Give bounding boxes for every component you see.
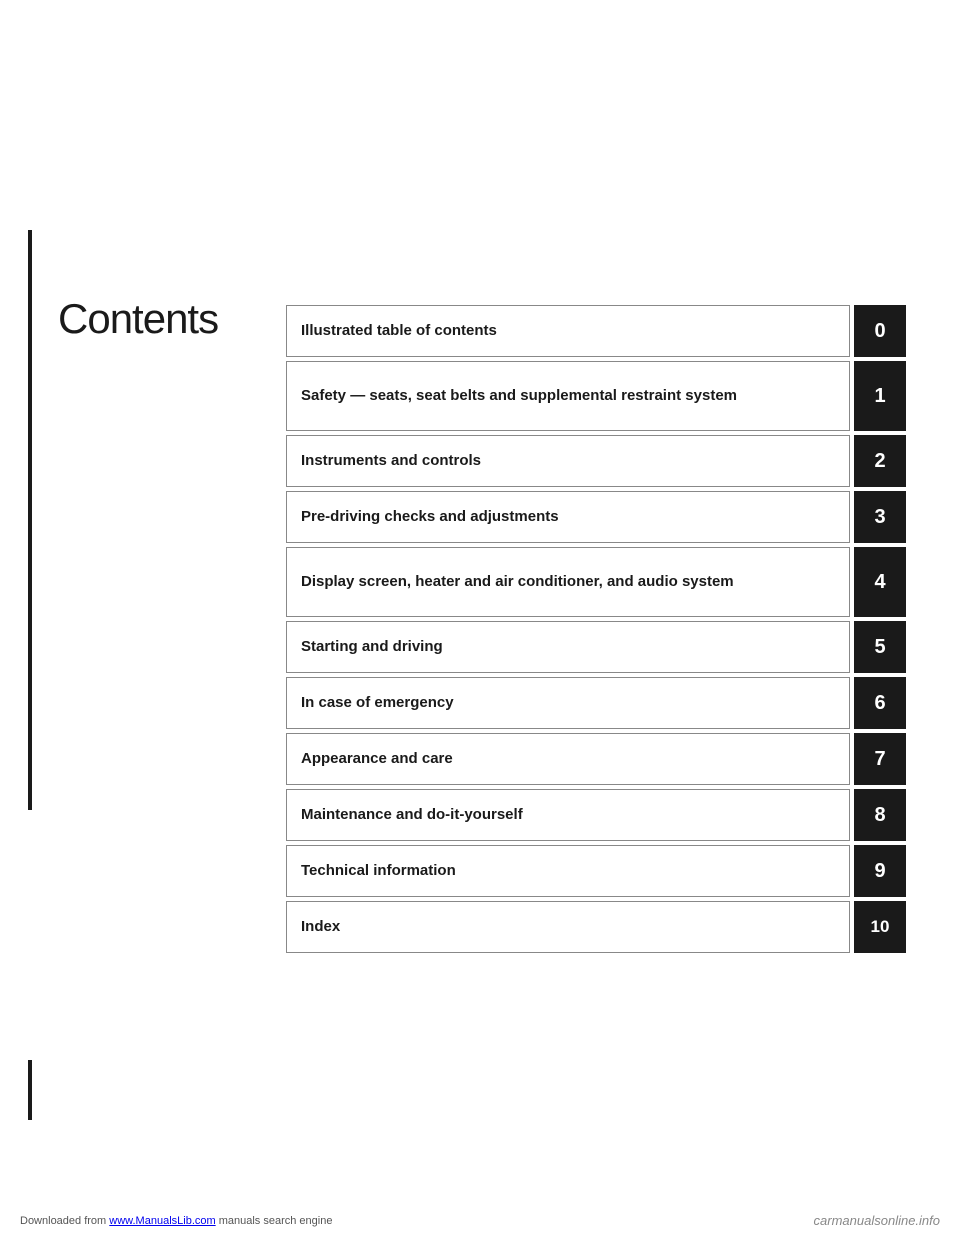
toc-label-4: Display screen, heater and air condition… (286, 547, 850, 617)
footer: Downloaded from www.ManualsLib.com manua… (0, 1213, 960, 1228)
toc-row-8[interactable]: Maintenance and do-it-yourself8 (286, 789, 906, 841)
toc-number-6: 6 (854, 677, 906, 729)
toc-number-10: 10 (854, 901, 906, 953)
footer-link[interactable]: www.ManualsLib.com (109, 1215, 215, 1227)
toc-label-0: Illustrated table of contents (286, 305, 850, 357)
toc-number-3: 3 (854, 491, 906, 543)
page-title: Contents (58, 295, 218, 343)
footer-suffix: manuals search engine (216, 1215, 333, 1227)
toc-number-5: 5 (854, 621, 906, 673)
toc-number-9: 9 (854, 845, 906, 897)
toc-row-6[interactable]: In case of emergency6 (286, 677, 906, 729)
toc-number-0: 0 (854, 305, 906, 357)
toc-label-5: Starting and driving (286, 621, 850, 673)
toc-container: Illustrated table of contents0Safety — s… (286, 305, 906, 957)
toc-label-1: Safety — seats, seat belts and supplemen… (286, 361, 850, 431)
footer-left: Downloaded from www.ManualsLib.com manua… (20, 1215, 332, 1227)
toc-row-1[interactable]: Safety — seats, seat belts and supplemen… (286, 361, 906, 431)
toc-label-3: Pre-driving checks and adjustments (286, 491, 850, 543)
toc-row-0[interactable]: Illustrated table of contents0 (286, 305, 906, 357)
toc-row-2[interactable]: Instruments and controls2 (286, 435, 906, 487)
toc-label-8: Maintenance and do-it-yourself (286, 789, 850, 841)
toc-number-7: 7 (854, 733, 906, 785)
toc-number-8: 8 (854, 789, 906, 841)
toc-label-7: Appearance and care (286, 733, 850, 785)
toc-number-1: 1 (854, 361, 906, 431)
toc-row-3[interactable]: Pre-driving checks and adjustments3 (286, 491, 906, 543)
toc-label-10: Index (286, 901, 850, 953)
footer-right: carmanualsonline.info (814, 1213, 940, 1228)
toc-label-2: Instruments and controls (286, 435, 850, 487)
toc-row-7[interactable]: Appearance and care7 (286, 733, 906, 785)
bottom-bar (28, 1060, 32, 1120)
toc-label-9: Technical information (286, 845, 850, 897)
toc-number-2: 2 (854, 435, 906, 487)
toc-row-5[interactable]: Starting and driving5 (286, 621, 906, 673)
footer-downloaded-text: Downloaded from (20, 1215, 109, 1227)
toc-row-4[interactable]: Display screen, heater and air condition… (286, 547, 906, 617)
toc-row-9[interactable]: Technical information9 (286, 845, 906, 897)
toc-number-4: 4 (854, 547, 906, 617)
toc-row-10[interactable]: Index10 (286, 901, 906, 953)
toc-label-6: In case of emergency (286, 677, 850, 729)
page-container: Contents Illustrated table of contents0S… (0, 0, 960, 1242)
left-bar (28, 230, 32, 810)
